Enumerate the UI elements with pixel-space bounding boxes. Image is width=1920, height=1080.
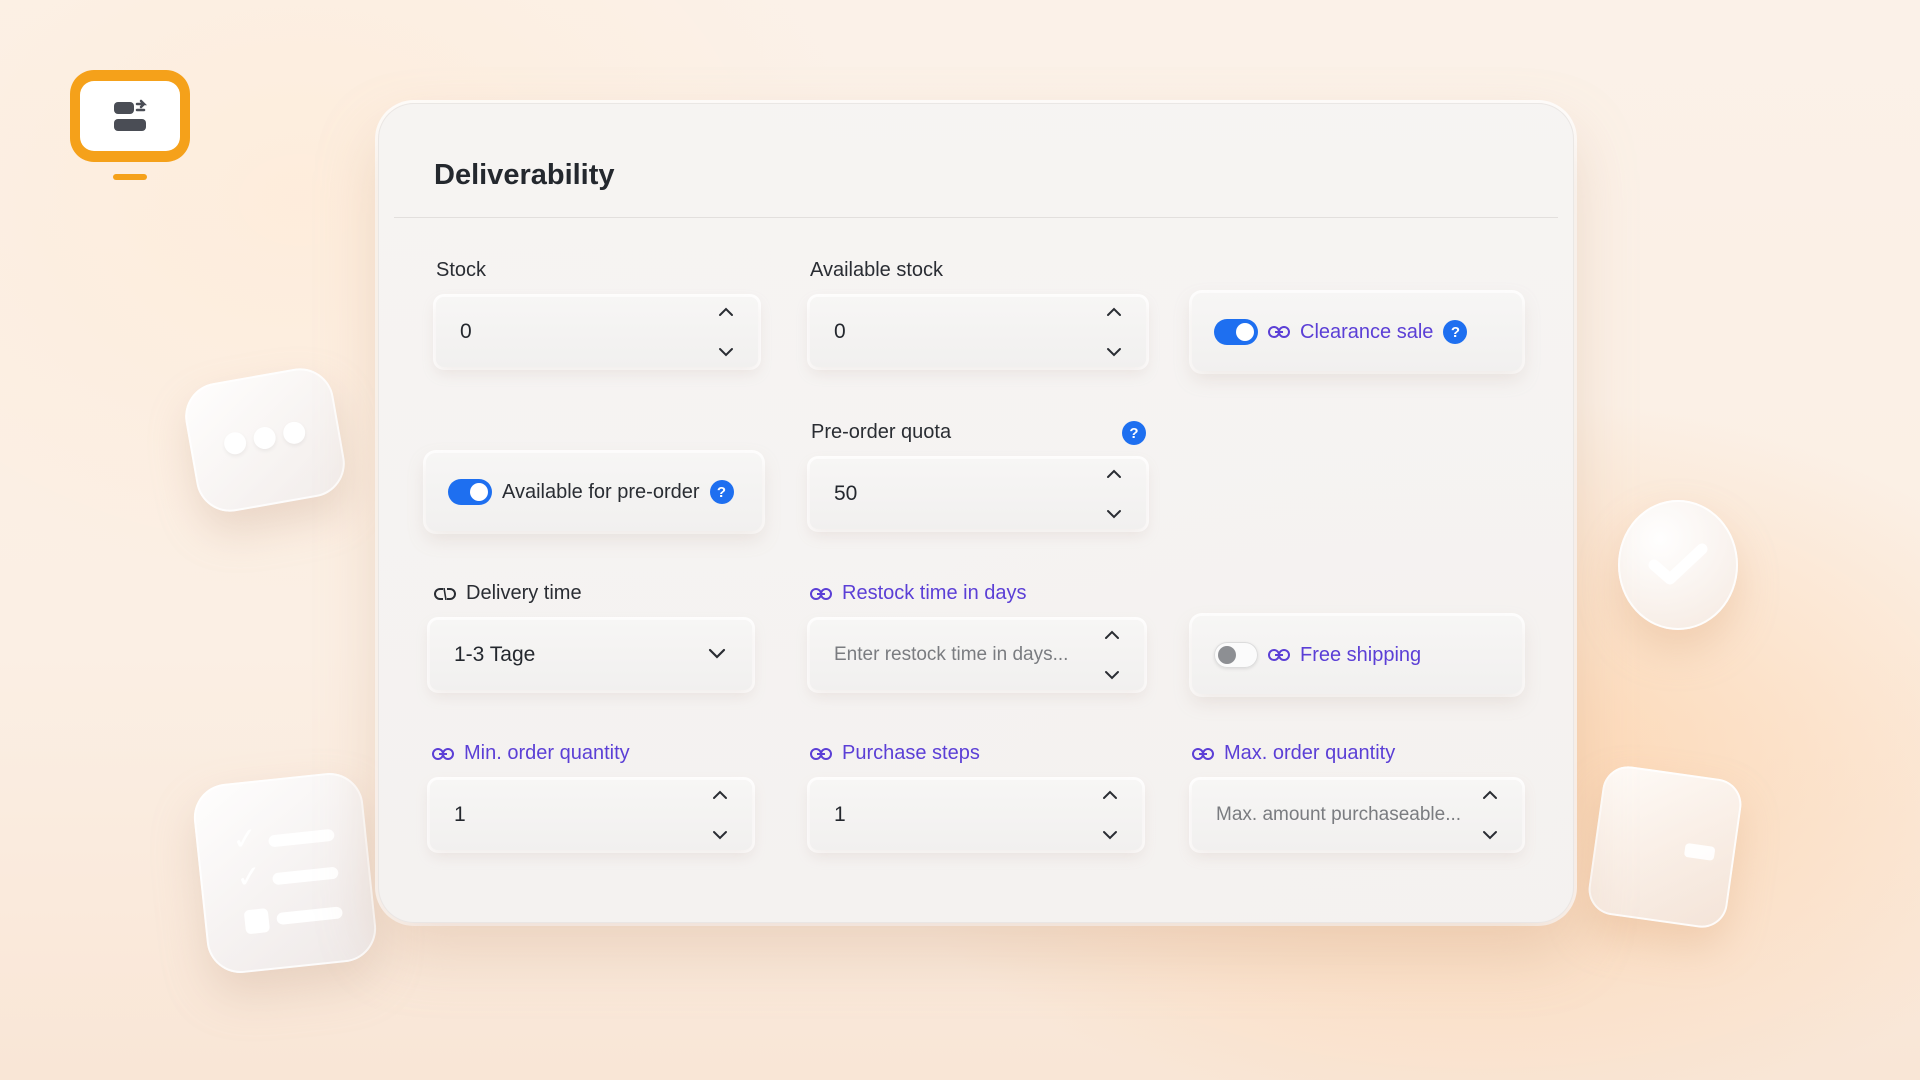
preorder-quota-value: 50 <box>834 482 858 505</box>
stock-label: Stock <box>436 259 486 282</box>
chevron-down-icon[interactable] <box>718 347 734 357</box>
chat-dot <box>251 425 278 451</box>
purchase-steps-stepper[interactable] <box>1100 790 1120 840</box>
chat-dot <box>281 420 307 446</box>
chat-dot <box>222 430 248 456</box>
preorder-toggle[interactable] <box>448 479 492 505</box>
list-line <box>267 828 335 848</box>
chevron-down-icon[interactable] <box>712 830 728 840</box>
preorder-box: Available for pre-order ? <box>426 453 762 531</box>
max-order-input[interactable]: Max. amount purchaseable... <box>1192 780 1522 850</box>
purchase-steps-input[interactable]: 1 <box>810 780 1142 850</box>
max-order-placeholder: Max. amount purchaseable... <box>1216 804 1462 825</box>
link-icon <box>1268 326 1290 338</box>
check-icon: ✓ <box>230 821 260 858</box>
help-icon[interactable]: ? <box>1443 320 1468 344</box>
square-icon <box>243 908 271 935</box>
preorder-quota-label-text: Pre-order quota <box>811 421 952 443</box>
deliverability-card: Deliverability Stock 0 Available stock 0… <box>378 103 1574 923</box>
page-title: Deliverability <box>434 159 615 191</box>
restock-time-placeholder: Enter restock time in days... <box>834 644 1069 665</box>
purchase-steps-value: 1 <box>834 803 846 826</box>
chevron-up-icon[interactable] <box>1104 630 1120 640</box>
min-order-stepper[interactable] <box>710 790 730 840</box>
chevron-down-icon[interactable] <box>1102 830 1118 840</box>
checkmark-decoration <box>1618 500 1738 630</box>
chevron-down-icon[interactable] <box>1106 509 1122 519</box>
logo-glyph-icon <box>114 99 148 131</box>
preorder-quota-input[interactable]: 50 <box>810 459 1146 529</box>
link-icon <box>810 587 832 600</box>
delivery-time-select[interactable]: 1-3 Tage <box>430 620 752 690</box>
delivery-time-label: Delivery time <box>434 582 582 605</box>
available-stock-value: 0 <box>834 320 846 343</box>
purchase-steps-label-text: Purchase steps <box>842 742 980 764</box>
restock-time-input[interactable]: Enter restock time in days... <box>810 620 1144 690</box>
available-stock-stepper[interactable] <box>1104 307 1124 357</box>
preorder-quota-label: Pre-order quota <box>811 421 951 444</box>
available-stock-label: Available stock <box>810 259 943 282</box>
free-shipping-label: Free shipping <box>1300 643 1422 666</box>
link-icon <box>1268 649 1290 661</box>
logo-screen <box>80 81 180 151</box>
link-icon <box>432 747 454 760</box>
max-order-label-text: Max. order quantity <box>1224 742 1396 764</box>
min-order-label: Min. order quantity <box>432 742 630 765</box>
chevron-up-icon[interactable] <box>718 307 734 317</box>
stock-value: 0 <box>460 320 472 343</box>
chat-bubble-decoration <box>179 362 351 518</box>
min-order-label-text: Min. order quantity <box>464 742 630 764</box>
list-line <box>271 866 339 886</box>
chevron-down-icon[interactable] <box>1104 670 1120 680</box>
preorder-quota-stepper[interactable] <box>1104 469 1124 519</box>
clearance-sale-label: Clearance sale <box>1300 320 1434 343</box>
restock-time-stepper[interactable] <box>1102 630 1122 680</box>
toggle-knob <box>470 483 488 501</box>
purchase-steps-label: Purchase steps <box>810 742 980 765</box>
unlink-icon <box>434 587 456 600</box>
chevron-up-icon[interactable] <box>1102 790 1118 800</box>
min-order-value: 1 <box>454 803 466 826</box>
toggle-knob <box>1218 646 1236 664</box>
max-order-stepper[interactable] <box>1480 790 1500 840</box>
preorder-label: Available for pre-order <box>502 480 700 503</box>
min-order-input[interactable]: 1 <box>430 780 752 850</box>
chevron-up-icon[interactable] <box>1482 790 1498 800</box>
list-line <box>276 906 344 926</box>
help-icon[interactable]: ? <box>1122 421 1146 445</box>
chevron-down-icon[interactable] <box>708 648 726 659</box>
available-stock-input[interactable]: 0 <box>810 297 1146 367</box>
toggle-knob <box>1236 323 1254 341</box>
checklist-decoration: ✓ ✓ <box>190 769 380 977</box>
free-shipping-toggle[interactable] <box>1214 642 1258 668</box>
stock-input[interactable]: 0 <box>436 297 758 367</box>
delivery-time-label-text: Delivery time <box>466 582 582 604</box>
app-logo <box>70 70 190 162</box>
title-divider <box>394 217 1558 218</box>
restock-time-label: Restock time in days <box>810 582 1027 605</box>
clearance-sale-toggle[interactable] <box>1214 319 1258 345</box>
logo-underline <box>113 174 147 180</box>
stock-stepper[interactable] <box>716 307 736 357</box>
chevron-down-icon[interactable] <box>1106 347 1122 357</box>
clearance-sale-box: Clearance sale ? <box>1192 293 1522 371</box>
box-decoration <box>1585 762 1745 932</box>
available-stock-label-text: Available stock <box>810 259 944 281</box>
check-icon: ✓ <box>234 859 264 896</box>
checkmark-icon <box>1648 543 1708 585</box>
chevron-up-icon[interactable] <box>712 790 728 800</box>
link-icon <box>810 747 832 760</box>
chevron-up-icon[interactable] <box>1106 469 1122 479</box>
link-icon <box>1192 747 1214 760</box>
help-icon[interactable]: ? <box>709 480 734 504</box>
box-label <box>1683 842 1716 861</box>
stock-label-text: Stock <box>436 259 487 281</box>
delivery-time-value: 1-3 Tage <box>454 643 536 666</box>
free-shipping-box: Free shipping <box>1192 616 1522 694</box>
chevron-down-icon[interactable] <box>1482 830 1498 840</box>
max-order-label: Max. order quantity <box>1192 742 1395 765</box>
chevron-up-icon[interactable] <box>1106 307 1122 317</box>
restock-time-label-text: Restock time in days <box>842 582 1027 604</box>
